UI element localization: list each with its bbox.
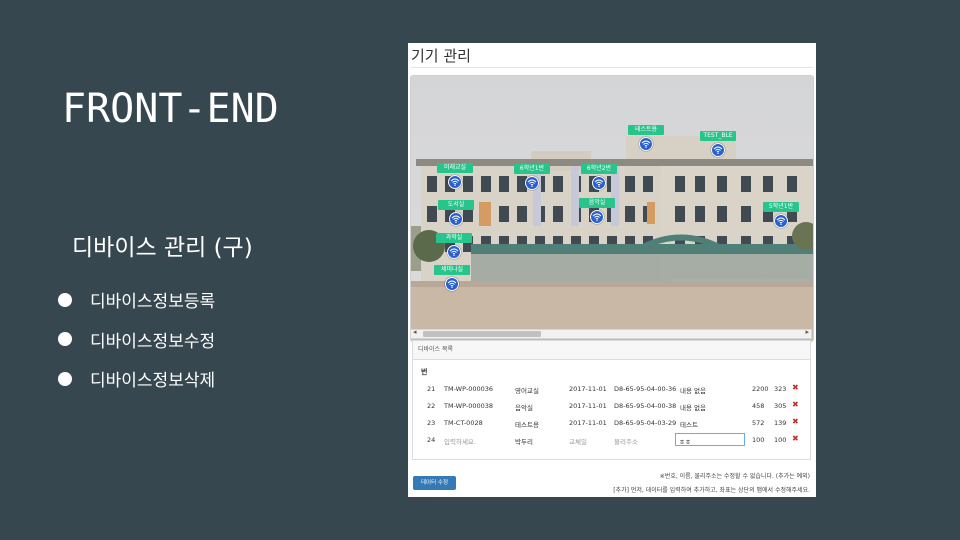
wifi-icon[interactable]	[447, 245, 461, 259]
bullet-dot-icon	[58, 332, 72, 347]
bullet-dot-icon	[58, 371, 72, 386]
map-label[interactable]: 세미나실	[434, 265, 470, 275]
feature-item: 디바이스정보수정	[58, 320, 215, 360]
wifi-icon[interactable]	[592, 176, 606, 190]
wifi-icon[interactable]	[449, 212, 463, 226]
wifi-icon[interactable]	[448, 175, 462, 189]
map-label[interactable]: 미래교실	[437, 163, 473, 173]
wifi-icon[interactable]	[445, 277, 459, 291]
delete-icon[interactable]: ✖	[792, 383, 799, 392]
map-label[interactable]: 음악실	[579, 198, 615, 208]
memo-input[interactable]: ㅎㅎ	[675, 433, 745, 446]
scroll-left-icon[interactable]: ◂	[413, 328, 417, 336]
feature-list: 디바이스정보등록 디바이스정보수정 디바이스정보삭제	[58, 280, 215, 399]
table-row[interactable]: 21 TM-WP-000036 영어교실 2017-11-01 D8-65-95…	[419, 381, 809, 397]
map-label[interactable]: TEST_BLE	[700, 131, 736, 141]
date-input[interactable]: 교체일	[569, 436, 587, 446]
wifi-icon[interactable]	[590, 210, 604, 224]
add-notice: [추가] 먼저, 데이터를 입력하여 추가하고, 좌표는 상단의 맵에서 수정해…	[613, 487, 810, 494]
bullet-dot-icon	[58, 292, 72, 307]
new-device-row[interactable]: 24 입력하세요. 박두리 교체일 물리주소 ㅎㅎ 100 100 ✖	[419, 432, 809, 448]
save-data-button[interactable]: 데이터 수정	[413, 476, 456, 490]
wifi-icon[interactable]	[639, 137, 653, 151]
device-list-title: 디바이스 목록	[413, 341, 810, 360]
map-label[interactable]: 5학년1반	[763, 202, 799, 212]
school-map[interactable]: 테스트용 TEST_BLE 미래교실 6학년1반 6학년2반 도서실 음악실 5…	[410, 75, 814, 342]
wifi-icon[interactable]	[774, 214, 788, 228]
feature-item: 디바이스정보등록	[58, 280, 215, 320]
device-id-input[interactable]: 입력하세요.	[444, 436, 476, 446]
wifi-icon[interactable]	[525, 176, 539, 190]
map-label[interactable]: 6학년1반	[514, 164, 550, 174]
map-label[interactable]: 과학실	[436, 233, 472, 243]
scrollbar-thumb[interactable]	[423, 331, 541, 337]
device-list: 디바이스 목록 번 21 TM-WP-000036 영어교실 2017-11-0…	[412, 340, 811, 460]
device-management-panel: 기기 관리 테스트용 TEST_BLE 미래교실 6학년1반 6학년2반 도서실…	[408, 43, 816, 497]
delete-icon[interactable]: ✖	[792, 400, 799, 409]
panel-title: 기기 관리	[411, 47, 471, 65]
table-row[interactable]: 22 TM-WP-000038 음악실 2017-11-01 D8-65-95-…	[419, 398, 809, 414]
divider	[411, 67, 813, 68]
map-label[interactable]: 도서실	[438, 200, 474, 210]
mac-input[interactable]: 물리주소	[614, 436, 638, 446]
feature-item: 디바이스정보삭제	[58, 359, 215, 399]
wifi-icon[interactable]	[711, 143, 725, 157]
delete-icon[interactable]: ✖	[792, 417, 799, 426]
column-header-number: 번	[421, 368, 428, 376]
map-label[interactable]: 6학년2반	[581, 164, 617, 174]
slide-title: FRONT-END	[62, 86, 279, 132]
map-horizontal-scrollbar[interactable]: ◂ ▸	[410, 328, 812, 339]
section-title: 디바이스 관리 (구)	[72, 235, 253, 261]
edit-notice: ※번호, 이름, 물리주소는 수정할 수 없습니다. (추가는 예외)	[659, 473, 810, 480]
map-label[interactable]: 테스트용	[628, 125, 664, 135]
table-row[interactable]: 23 TM-CT-0028 테스트용 2017-11-01 D8-65-95-0…	[419, 415, 809, 431]
scroll-right-icon[interactable]: ▸	[805, 328, 809, 336]
delete-icon[interactable]: ✖	[792, 434, 799, 443]
device-name-input[interactable]: 박두리	[515, 436, 533, 446]
